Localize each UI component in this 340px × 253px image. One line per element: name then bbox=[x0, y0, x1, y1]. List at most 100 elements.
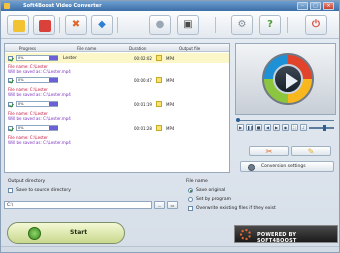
minimize-button[interactable]: – bbox=[297, 2, 308, 10]
save-original-radio[interactable] bbox=[188, 188, 193, 193]
file-duration: 00:01:19 bbox=[134, 102, 152, 107]
status-bar bbox=[1, 246, 339, 252]
video-button[interactable]: ▣ bbox=[177, 15, 199, 35]
file-info: File name: C:\Lester Will be saved as: C… bbox=[8, 111, 71, 121]
cut-button[interactable]: ✂ bbox=[249, 146, 289, 156]
file-list-header: Progress File name Duration Output file bbox=[5, 44, 229, 52]
output-format: MP4 bbox=[166, 78, 175, 83]
save-original-label: Save original bbox=[196, 188, 226, 193]
preview-logo bbox=[262, 53, 314, 105]
row-checkbox[interactable] bbox=[8, 126, 13, 131]
toolbar-divider bbox=[59, 17, 60, 33]
settings-icon: ⚙ bbox=[237, 19, 247, 30]
row-checkbox[interactable] bbox=[8, 78, 13, 83]
remove-file-button[interactable] bbox=[33, 15, 55, 35]
start-button[interactable]: Start bbox=[7, 222, 125, 244]
power-icon: ⏻ bbox=[312, 19, 320, 30]
save-to-source-label: Save to source directory bbox=[16, 188, 71, 193]
tips-button[interactable]: ● bbox=[149, 15, 171, 35]
output-format: MP4 bbox=[166, 102, 175, 107]
set-by-program-radio[interactable] bbox=[188, 197, 193, 202]
seek-slider[interactable] bbox=[235, 117, 336, 123]
overwrite-label: Overwrite existing files if they exist bbox=[196, 206, 276, 211]
pause-icon: ❚❚ bbox=[247, 125, 254, 130]
next-button[interactable]: ▶ bbox=[273, 124, 280, 131]
table-row[interactable]: 0% 00:01:19 MP4 bbox=[5, 99, 229, 109]
settings-button[interactable]: ⚙ bbox=[231, 15, 253, 35]
close-button[interactable]: × bbox=[323, 2, 334, 10]
browse-button[interactable]: ... bbox=[154, 201, 165, 209]
row-checkbox[interactable] bbox=[8, 102, 13, 107]
toolbar-divider bbox=[287, 17, 288, 33]
previous-button[interactable]: ◀ bbox=[264, 124, 271, 131]
column-header-duration[interactable]: Duration bbox=[129, 46, 146, 51]
previous-icon: ◀ bbox=[265, 125, 270, 130]
output-format-cell[interactable]: MP4 bbox=[156, 55, 228, 61]
toolbar-divider bbox=[215, 17, 216, 33]
move-up-button[interactable]: ◆ bbox=[91, 15, 113, 35]
output-format-cell[interactable]: MP4 bbox=[156, 125, 228, 131]
open-folder-button[interactable]: ▭ bbox=[167, 201, 178, 209]
seek-handle[interactable] bbox=[236, 118, 240, 122]
pencil-icon: ✎ bbox=[307, 147, 315, 156]
output-format: MP4 bbox=[166, 126, 175, 131]
edit-button[interactable]: ✎ bbox=[291, 146, 331, 156]
table-row[interactable]: 0% 00:01:28 MP4 bbox=[5, 123, 229, 133]
mute-button[interactable]: ♪ bbox=[300, 124, 307, 131]
scissors-icon: ✂ bbox=[265, 147, 273, 156]
progress-bar: 0% bbox=[16, 125, 58, 131]
file-duration: 00:00:47 bbox=[134, 78, 152, 83]
help-button[interactable]: ? bbox=[259, 15, 281, 35]
output-path-field[interactable]: C:\ bbox=[4, 201, 152, 209]
table-row[interactable]: 0% 00:00:47 MP4 bbox=[5, 75, 229, 85]
play-button-large[interactable] bbox=[273, 64, 303, 94]
progress-label: 0% bbox=[18, 126, 24, 130]
maximize-button[interactable]: □ bbox=[310, 2, 321, 10]
play-icon: ▶ bbox=[238, 125, 243, 130]
destination-path: Will be saved as: C:\Lester.mp4 bbox=[8, 140, 71, 145]
camera-icon: ◉ bbox=[283, 125, 288, 130]
format-tag bbox=[49, 78, 58, 82]
save-to-source-checkbox[interactable] bbox=[8, 188, 13, 193]
move-up-icon: ◆ bbox=[98, 19, 106, 30]
output-directory-title: Output directory bbox=[8, 179, 46, 184]
file-name-group-title: File name bbox=[186, 179, 208, 184]
exit-button[interactable]: ⏻ bbox=[305, 15, 327, 35]
output-format-cell[interactable]: MP4 bbox=[156, 101, 228, 107]
next-icon: ▶ bbox=[274, 125, 279, 130]
add-folder-button[interactable] bbox=[7, 15, 29, 35]
snapshot-button[interactable]: ◉ bbox=[282, 124, 289, 131]
title-bar: Soft4Boost Video Converter – □ × bbox=[1, 1, 339, 11]
table-row[interactable]: 0% Lester 00:02:02 MP4 bbox=[5, 53, 229, 63]
speaker-icon: ♪ bbox=[302, 125, 305, 130]
file-duration: 00:01:28 bbox=[134, 126, 152, 131]
play-icon bbox=[286, 73, 298, 89]
column-header-output-file[interactable]: Output file bbox=[179, 46, 200, 51]
volume-handle[interactable] bbox=[323, 125, 327, 131]
file-info: File name: C:\Lester Will be saved as: C… bbox=[8, 87, 71, 97]
play-button[interactable]: ▶ bbox=[237, 124, 244, 131]
destination-path: Will be saved as: C:\Lester.mp4 bbox=[8, 116, 71, 121]
start-label: Start bbox=[70, 229, 88, 236]
branding-label: POWERED BY SOFT4BOOST bbox=[257, 232, 297, 244]
conversion-settings-button[interactable]: Conversion settings bbox=[240, 161, 334, 172]
progress-label: 0% bbox=[18, 78, 24, 82]
volume-slider[interactable] bbox=[309, 125, 334, 131]
pause-button[interactable]: ❚❚ bbox=[246, 124, 254, 131]
output-format: MP4 bbox=[166, 56, 175, 61]
progress-bar: 0% bbox=[16, 55, 58, 61]
overwrite-checkbox[interactable] bbox=[188, 206, 193, 211]
stop-button[interactable]: ■ bbox=[255, 124, 262, 131]
fullscreen-button[interactable]: ⛶ bbox=[291, 124, 298, 131]
column-header-file-name[interactable]: File name bbox=[77, 46, 96, 51]
clear-list-button[interactable]: ✖ bbox=[65, 15, 87, 35]
remove-file-icon bbox=[39, 20, 51, 32]
output-format-cell[interactable]: MP4 bbox=[156, 77, 228, 83]
column-header-progress[interactable]: Progress bbox=[19, 46, 36, 51]
file-name: Lester bbox=[63, 56, 77, 61]
row-checkbox[interactable] bbox=[8, 56, 13, 61]
progress-label: 0% bbox=[18, 102, 24, 106]
soft4boost-logo-icon bbox=[240, 229, 251, 240]
file-list: Progress File name Duration Output file … bbox=[4, 43, 230, 173]
clear-list-icon: ✖ bbox=[71, 19, 81, 30]
